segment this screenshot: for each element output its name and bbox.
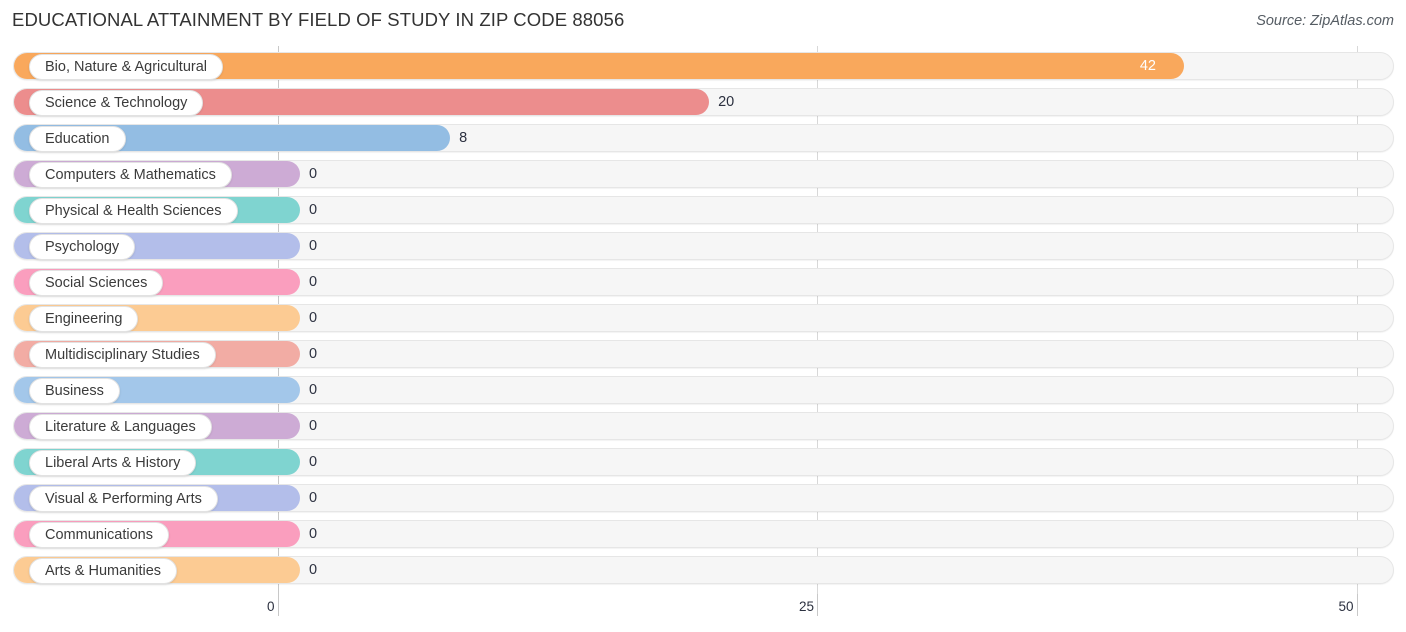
bar-category-label: Visual & Performing Arts <box>29 486 218 512</box>
bar-category-label: Engineering <box>29 306 139 332</box>
bar-value-label: 0 <box>309 418 318 434</box>
table-row[interactable]: Science & Technology 20 <box>0 84 1406 120</box>
bar-category-label: Computers & Mathematics <box>29 162 232 188</box>
chart-header: EDUCATIONAL ATTAINMENT BY FIELD OF STUDY… <box>0 0 1406 44</box>
table-row[interactable]: Bio, Nature & Agricultural 42 <box>0 48 1406 84</box>
bar-category-label: Psychology <box>29 234 136 260</box>
source-attribution: Source: ZipAtlas.com <box>1256 13 1394 29</box>
table-row[interactable]: Physical & Health Sciences 0 <box>0 192 1406 228</box>
bar-category-label: Physical & Health Sciences <box>29 198 238 224</box>
tick-mark-0 <box>277 594 279 616</box>
table-row[interactable]: Visual & Performing Arts 0 <box>0 480 1406 516</box>
x-axis: 0 25 50 <box>0 594 1406 632</box>
bar-value-label: 8 <box>459 130 468 146</box>
bar-category-label: Business <box>29 378 120 404</box>
table-row[interactable]: Multidisciplinary Studies 0 <box>0 336 1406 372</box>
bar-value-label: 42 <box>1139 58 1156 74</box>
page-title: EDUCATIONAL ATTAINMENT BY FIELD OF STUDY… <box>12 9 625 30</box>
table-row[interactable]: Liberal Arts & History 0 <box>0 444 1406 480</box>
table-row[interactable]: Engineering 0 <box>0 300 1406 336</box>
tick-mark-25 <box>817 594 818 616</box>
bar-category-label: Communications <box>29 522 169 548</box>
bar-category-label: Social Sciences <box>29 270 164 296</box>
bar-value-label: 0 <box>309 454 318 470</box>
bar-value-label: 0 <box>309 382 318 398</box>
table-row[interactable]: Arts & Humanities 0 <box>0 552 1406 588</box>
x-tick-label-25: 25 <box>798 599 814 614</box>
table-row[interactable]: Computers & Mathematics 0 <box>0 156 1406 192</box>
bar-value-label: 0 <box>309 346 318 362</box>
x-tick-label-50: 50 <box>1338 599 1354 614</box>
table-row[interactable]: Literature & Languages 0 <box>0 408 1406 444</box>
bar-category-label: Bio, Nature & Agricultural <box>29 54 223 80</box>
bar-category-label: Education <box>29 126 126 152</box>
bar-category-label: Literature & Languages <box>29 414 212 440</box>
table-row[interactable]: Business 0 <box>0 372 1406 408</box>
table-row[interactable]: Social Sciences 0 <box>0 264 1406 300</box>
bar-value-label: 20 <box>718 94 735 110</box>
bar-value-label: 0 <box>309 562 318 578</box>
bar-category-label: Liberal Arts & History <box>29 450 197 476</box>
table-row[interactable]: Communications 0 <box>0 516 1406 552</box>
bar-value-label: 0 <box>309 526 318 542</box>
bar-value-label: 0 <box>309 274 318 290</box>
table-row[interactable]: Education 8 <box>0 120 1406 156</box>
table-row[interactable]: Psychology 0 <box>0 228 1406 264</box>
bar-category-label: Science & Technology <box>29 90 204 116</box>
bar-value-label: 0 <box>309 310 318 326</box>
bar-category-label: Arts & Humanities <box>29 558 178 584</box>
bar-chart-plot-area: Bio, Nature & Agricultural 42 Science & Te… <box>0 46 1406 594</box>
bar-value-label: 0 <box>309 166 318 182</box>
tick-mark-50 <box>1356 594 1358 616</box>
bar-value-label: 0 <box>309 202 318 218</box>
x-tick-label-0: 0 <box>266 599 275 614</box>
bar-category-label: Multidisciplinary Studies <box>29 342 216 368</box>
bar-value-label: 0 <box>309 490 318 506</box>
bar-value-label: 0 <box>309 238 318 254</box>
